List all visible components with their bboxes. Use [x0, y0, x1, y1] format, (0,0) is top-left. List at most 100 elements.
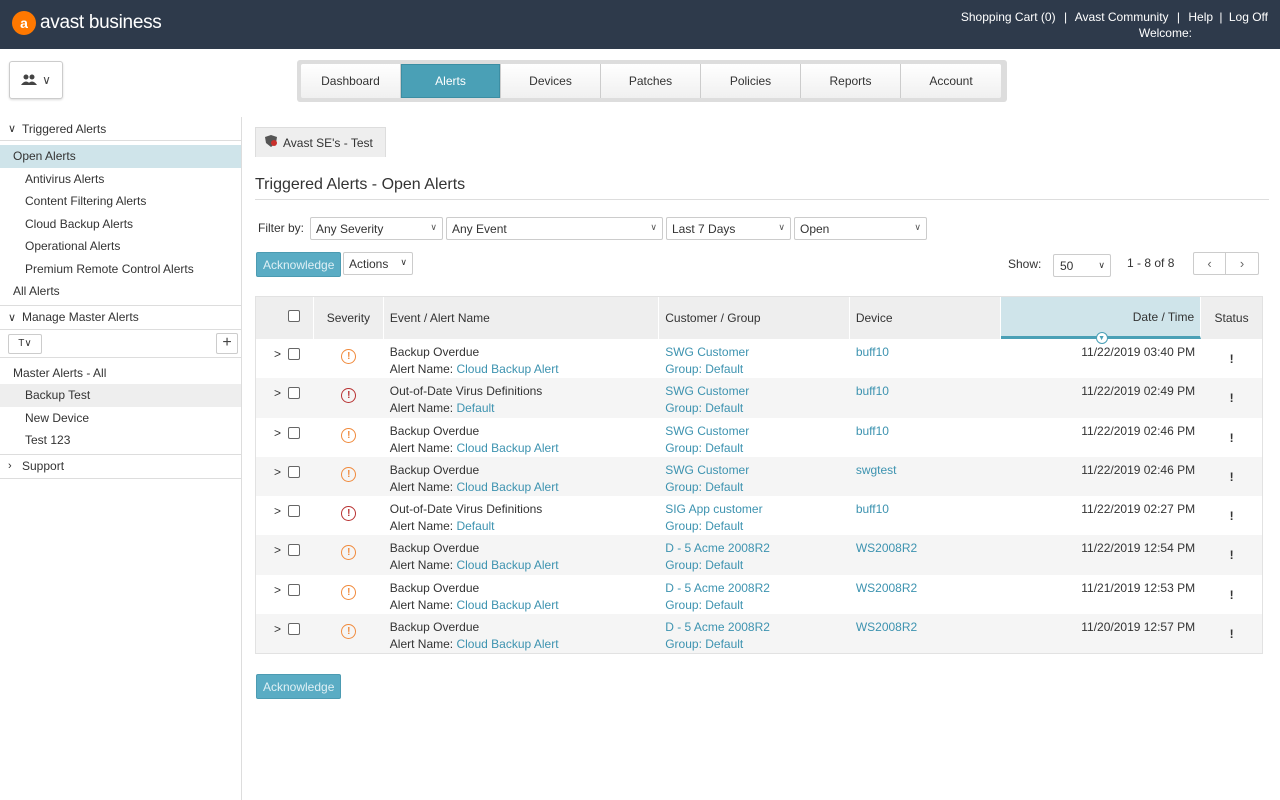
- row-checkbox[interactable]: [288, 505, 300, 518]
- tab-account[interactable]: Account: [901, 64, 1001, 98]
- row-checkbox[interactable]: [288, 348, 300, 360]
- alert-name-link[interactable]: Default: [456, 401, 494, 415]
- previous-page-button[interactable]: ‹: [1194, 253, 1226, 274]
- table-row[interactable]: >! Backup Overdue Alert Name: Cloud Backup…: [256, 417, 1262, 457]
- customer-tab[interactable]: Avast SE's - Test: [255, 127, 386, 157]
- avast-community-link[interactable]: Avast Community: [1075, 10, 1169, 24]
- alert-name-link[interactable]: Cloud Backup Alert: [456, 362, 558, 376]
- log-off-link[interactable]: Log Off: [1229, 10, 1268, 24]
- table-row[interactable]: >! Backup Overdue Alert Name: Cloud Backup…: [256, 456, 1262, 497]
- chevron-right-icon[interactable]: >: [274, 621, 288, 638]
- customer-link[interactable]: SIG App customer: [665, 501, 850, 518]
- device-link[interactable]: WS2008R2: [856, 620, 917, 634]
- row-checkbox[interactable]: [288, 426, 300, 439]
- device-link[interactable]: buff10: [856, 345, 889, 359]
- sidebar-item-open-alerts[interactable]: Open Alerts: [0, 145, 241, 168]
- group-link[interactable]: Group: Default: [665, 636, 850, 653]
- page-size-select[interactable]: 50 ∨: [1053, 254, 1111, 277]
- acknowledge-button-bottom[interactable]: Acknowledge: [256, 674, 342, 699]
- support-header[interactable]: › Support: [0, 455, 241, 479]
- add-master-alert-button[interactable]: +: [216, 332, 238, 354]
- device-link[interactable]: buff10: [856, 424, 889, 438]
- tab-devices[interactable]: Devices: [501, 64, 601, 98]
- event-filter-select[interactable]: Any Event ∨: [446, 217, 663, 240]
- tab-alerts[interactable]: Alerts: [401, 64, 501, 98]
- row-checkbox[interactable]: [288, 583, 300, 596]
- chevron-right-icon[interactable]: >: [274, 582, 288, 599]
- next-page-button[interactable]: ›: [1226, 253, 1258, 274]
- customer-link[interactable]: D - 5 Acme 2008R2: [665, 580, 850, 597]
- tab-policies[interactable]: Policies: [701, 64, 801, 98]
- actions-dropdown[interactable]: Actions ∨: [343, 252, 413, 275]
- avast-logo[interactable]: a avast business: [12, 11, 162, 35]
- tab-patches[interactable]: Patches: [601, 64, 701, 98]
- group-link[interactable]: Group: Default: [665, 557, 850, 574]
- select-all-checkbox[interactable]: [288, 310, 300, 322]
- tab-reports[interactable]: Reports: [801, 64, 901, 98]
- help-link[interactable]: Help: [1188, 10, 1213, 24]
- customer-link[interactable]: SWG Customer: [665, 383, 850, 400]
- group-link[interactable]: Group: Default: [665, 440, 850, 457]
- group-link[interactable]: Group: Default: [665, 400, 850, 417]
- sidebar-item-cloud-backup-alerts[interactable]: Cloud Backup Alerts: [0, 213, 241, 236]
- row-checkbox[interactable]: [288, 544, 300, 557]
- device-link[interactable]: buff10: [856, 502, 889, 516]
- customer-link[interactable]: SWG Customer: [665, 462, 850, 479]
- alert-name-link[interactable]: Cloud Backup Alert: [456, 441, 558, 455]
- chevron-right-icon[interactable]: >: [274, 464, 288, 481]
- table-row[interactable]: >! Out-of-Date Virus Definitions Alert Nam…: [256, 378, 1262, 418]
- sidebar-item-operational-alerts[interactable]: Operational Alerts: [0, 235, 241, 258]
- alert-name-link[interactable]: Default: [456, 519, 494, 533]
- chevron-right-icon[interactable]: >: [274, 385, 288, 402]
- acknowledge-button-top[interactable]: Acknowledge: [256, 252, 342, 277]
- column-customer[interactable]: Customer / Group: [659, 297, 850, 339]
- severity-filter-select[interactable]: Any Severity ∨: [310, 217, 443, 240]
- sidebar-item-backup-test[interactable]: Backup Test: [0, 384, 241, 407]
- row-checkbox[interactable]: [288, 387, 300, 400]
- group-link[interactable]: Group: Default: [665, 518, 850, 535]
- chevron-right-icon[interactable]: >: [274, 542, 288, 559]
- master-alerts-filter-button[interactable]: T∨: [8, 333, 42, 354]
- sidebar-item-new-device[interactable]: New Device: [0, 407, 241, 430]
- table-row[interactable]: >! Backup Overdue Alert Name: Cloud Backup…: [256, 574, 1262, 615]
- table-row[interactable]: >! Backup Overdue Alert Name: Cloud Backup…: [256, 535, 1262, 575]
- customer-link[interactable]: SWG Customer: [665, 423, 850, 440]
- sidebar-item-test-123[interactable]: Test 123: [0, 429, 241, 452]
- column-event[interactable]: Event / Alert Name: [384, 297, 660, 339]
- group-link[interactable]: Group: Default: [665, 479, 850, 496]
- period-filter-select[interactable]: Last 7 Days ∨: [666, 217, 791, 240]
- customer-link[interactable]: D - 5 Acme 2008R2: [665, 619, 850, 636]
- group-link[interactable]: Group: Default: [665, 597, 850, 614]
- column-status[interactable]: Status: [1201, 297, 1262, 339]
- sidebar-item-antivirus-alerts[interactable]: Antivirus Alerts: [0, 168, 241, 191]
- chevron-right-icon[interactable]: >: [274, 425, 288, 442]
- sidebar-item-premium-remote-control-alerts[interactable]: Premium Remote Control Alerts: [0, 258, 241, 281]
- table-row[interactable]: >! Backup Overdue Alert Name: Cloud Backup…: [256, 339, 1262, 379]
- alert-name-link[interactable]: Cloud Backup Alert: [456, 480, 558, 494]
- manage-master-alerts-header[interactable]: ∨ Manage Master Alerts: [0, 306, 241, 330]
- row-checkbox[interactable]: [288, 465, 300, 478]
- column-date-time[interactable]: Date / Time ▼: [1000, 297, 1202, 344]
- device-link[interactable]: WS2008R2: [856, 581, 917, 595]
- state-filter-select[interactable]: Open ∨: [794, 217, 927, 240]
- device-link[interactable]: buff10: [856, 384, 889, 398]
- chevron-right-icon[interactable]: >: [274, 346, 288, 363]
- table-row[interactable]: >! Backup Overdue Alert Name: Cloud Backup…: [256, 614, 1262, 654]
- user-menu-button[interactable]: ∨: [9, 61, 63, 99]
- chevron-right-icon[interactable]: >: [274, 503, 288, 520]
- alert-name-link[interactable]: Cloud Backup Alert: [456, 558, 558, 572]
- sidebar-item-master-alerts-all[interactable]: Master Alerts - All: [0, 362, 241, 385]
- sidebar-item-all-alerts[interactable]: All Alerts: [0, 280, 241, 303]
- customer-link[interactable]: SWG Customer: [665, 344, 850, 361]
- column-severity[interactable]: Severity: [314, 297, 384, 339]
- device-link[interactable]: WS2008R2: [856, 541, 917, 555]
- sidebar-item-content-filtering-alerts[interactable]: Content Filtering Alerts: [0, 190, 241, 213]
- alert-name-link[interactable]: Cloud Backup Alert: [456, 637, 558, 651]
- tab-dashboard[interactable]: Dashboard: [301, 64, 401, 98]
- row-checkbox[interactable]: [288, 623, 300, 636]
- shopping-cart-link[interactable]: Shopping Cart (0): [961, 10, 1056, 24]
- group-link[interactable]: Group: Default: [665, 361, 850, 378]
- customer-link[interactable]: D - 5 Acme 2008R2: [665, 540, 850, 557]
- column-device[interactable]: Device: [850, 297, 1001, 339]
- device-link[interactable]: swgtest: [856, 463, 897, 477]
